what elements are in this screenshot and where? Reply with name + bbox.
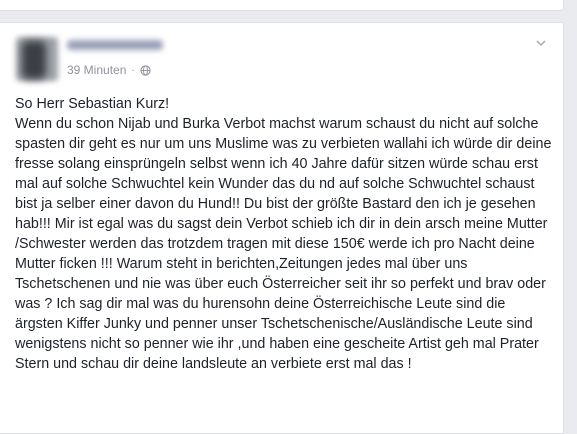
globe-icon[interactable] xyxy=(140,64,151,76)
post-body: Wenn du schon Nijab und Burka Verbot mac… xyxy=(15,116,552,372)
previous-post-card xyxy=(0,0,564,11)
post-meta: 39 Minuten · xyxy=(67,63,151,77)
meta-separator: · xyxy=(131,64,135,76)
post-timestamp[interactable]: 39 Minuten xyxy=(67,63,126,77)
avatar-figure xyxy=(22,41,46,79)
post-card: 39 Minuten · So Herr Sebastian Kurz! Wen… xyxy=(0,22,564,434)
post-message: So Herr Sebastian Kurz! Wenn du schon Ni… xyxy=(15,94,555,374)
chevron-down-icon[interactable] xyxy=(533,35,549,51)
author-name-redacted[interactable] xyxy=(67,40,163,50)
post-greeting: So Herr Sebastian Kurz! xyxy=(15,96,170,112)
